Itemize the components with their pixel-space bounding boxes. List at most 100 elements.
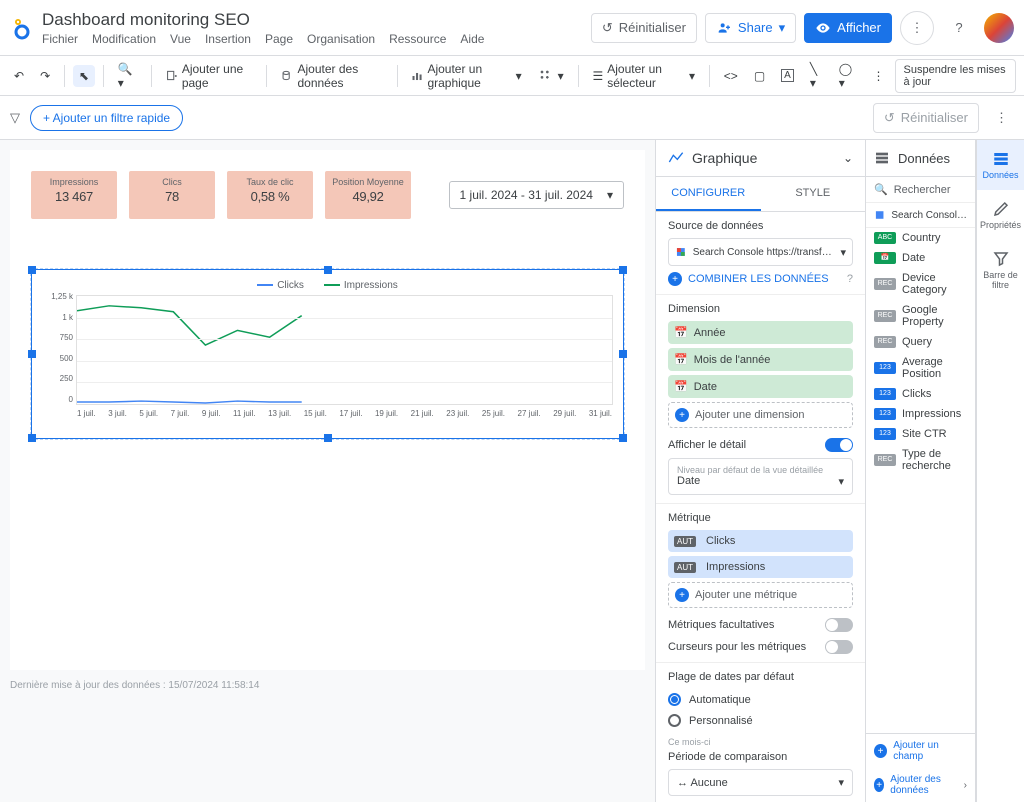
tab-configure[interactable]: CONFIGURER — [656, 177, 761, 211]
last-update-note: Dernière mise à jour des données : 15/07… — [10, 680, 645, 691]
menu-organisation[interactable]: Organisation — [307, 32, 375, 46]
field-country[interactable]: ABCCountry — [866, 228, 975, 248]
shape-button[interactable]: ◯ ▾ — [833, 58, 863, 94]
add-data-link[interactable]: +Ajouter des données› — [866, 768, 975, 802]
field-search-type[interactable]: RECType de recherche — [866, 444, 975, 476]
help-icon[interactable]: ? — [847, 273, 853, 285]
reset-button[interactable]: ↺ Réinitialiser — [591, 13, 697, 43]
menu-fichier[interactable]: Fichier — [42, 32, 78, 46]
right-side-tabs: Données Propriétés Barre de filtre — [976, 140, 1024, 802]
date-range-selector[interactable]: 1 juil. 2024 - 31 juil. 2024 ▾ — [449, 181, 624, 209]
line-chart-icon — [668, 150, 684, 166]
menu-insertion[interactable]: Insertion — [205, 32, 251, 46]
field-device[interactable]: RECDevice Category — [866, 268, 975, 300]
menu-page[interactable]: Page — [265, 32, 293, 46]
community-visuals-button[interactable]: ▾ — [532, 64, 570, 88]
filter-reset-button[interactable]: ↺ Réinitialiser — [873, 103, 979, 133]
scorecard-position[interactable]: Position Moyenne49,92 — [325, 171, 411, 219]
url-embed-button[interactable]: <> — [718, 65, 744, 87]
add-page-button[interactable]: Ajouter une page — [159, 58, 258, 94]
add-chart-button[interactable]: Ajouter un graphique ▾ — [405, 58, 527, 94]
scorecard-clicks[interactable]: Clics78 — [129, 171, 215, 219]
dimension-date[interactable]: 📅 Date — [668, 375, 853, 398]
undo-button[interactable]: ↶ — [8, 65, 30, 87]
y-axis-labels: 1,25 k1 k7505002500 — [43, 292, 73, 404]
show-detail-toggle[interactable] — [825, 438, 853, 452]
metric-impressions[interactable]: AUT Impressions — [668, 556, 853, 578]
add-quick-filter-button[interactable]: + Ajouter un filtre rapide — [30, 105, 183, 131]
chart-icon — [411, 68, 423, 84]
field-clicks[interactable]: 123Clicks — [866, 384, 975, 404]
metric-clicks[interactable]: AUT Clicks — [668, 530, 853, 552]
menu-aide[interactable]: Aide — [460, 32, 484, 46]
data-source-header[interactable]: Search Console https:... — [866, 203, 975, 228]
filter-more-button[interactable]: ⋮ — [989, 110, 1014, 126]
pencil-icon — [992, 200, 1010, 218]
share-button[interactable]: Share ▾ — [705, 13, 796, 43]
legend-clicks: Clicks — [257, 280, 304, 291]
help-button[interactable]: ? — [942, 11, 976, 45]
user-avatar[interactable] — [984, 13, 1014, 43]
dimension-annee[interactable]: 📅 Année — [668, 321, 853, 344]
search-console-icon — [675, 244, 687, 260]
combine-data-link[interactable]: COMBINER LES DONNÉES — [688, 273, 829, 285]
filter-icon[interactable]: ▽ — [10, 110, 20, 126]
database-plus-icon — [281, 68, 293, 84]
chevron-down-icon[interactable]: ⌄ — [843, 151, 853, 165]
panel-title: Graphique — [692, 150, 835, 166]
field-query[interactable]: RECQuery — [866, 332, 975, 352]
field-avg-position[interactable]: 123Average Position — [866, 352, 975, 384]
x-axis-labels: 1 juil.3 juil.5 juil.7 juil.9 juil.11 ju… — [77, 409, 612, 418]
menu-modification[interactable]: Modification — [92, 32, 156, 46]
line-button[interactable]: ╲ ▾ — [804, 58, 829, 94]
looker-logo-icon — [10, 16, 34, 40]
eye-icon — [815, 20, 831, 36]
redo-button[interactable]: ↷ — [34, 65, 56, 87]
data-fields-panel: Données 🔍 Rechercher Search Console http… — [866, 140, 976, 802]
add-field-link[interactable]: +Ajouter un champ — [866, 734, 975, 768]
document-title[interactable]: Dashboard monitoring SEO — [42, 10, 484, 30]
more-tools-button[interactable]: ⋮ — [867, 65, 891, 87]
data-source-chip[interactable]: Search Console https://transfonumerique.… — [668, 238, 853, 266]
detail-level-dropdown[interactable]: Niveau par défaut de la vue détaillée Da… — [668, 458, 853, 495]
time-series-chart[interactable]: Clicks Impressions 1,25 k1 k7505002500 1… — [31, 269, 624, 439]
compare-dropdown[interactable]: ↔ Aucune▾ — [668, 769, 853, 796]
side-tab-data[interactable]: Données — [977, 140, 1024, 190]
preview-button[interactable]: Afficher — [804, 13, 892, 43]
add-metric-button[interactable]: + Ajouter une métrique — [668, 582, 853, 608]
add-dimension-button[interactable]: + Ajouter une dimension — [668, 402, 853, 428]
pointer-tool[interactable]: ⬉ — [73, 65, 95, 87]
optional-metrics-toggle[interactable] — [825, 618, 853, 632]
suspend-updates-button[interactable]: Suspendre les mises à jour — [895, 59, 1016, 93]
field-property[interactable]: RECGoogle Property — [866, 300, 975, 332]
menu-bar: Fichier Modification Vue Insertion Page … — [42, 32, 484, 46]
metric-sliders-toggle[interactable] — [825, 640, 853, 654]
scorecard-impressions[interactable]: Impressions13 467 — [31, 171, 117, 219]
field-ctr[interactable]: 123Site CTR — [866, 424, 975, 444]
table-icon — [992, 150, 1010, 168]
menu-ressource[interactable]: Ressource — [389, 32, 446, 46]
plus-icon: + — [668, 272, 682, 286]
date-custom-radio[interactable]: Personnalisé — [668, 710, 853, 731]
report-canvas[interactable]: Impressions13 467 Clics78 Taux de clic0,… — [10, 150, 645, 670]
field-search[interactable]: 🔍 Rechercher — [866, 177, 975, 203]
dimension-mois[interactable]: 📅 Mois de l'année — [668, 348, 853, 371]
search-console-icon — [874, 207, 885, 223]
grid-plus-icon — [538, 68, 554, 84]
add-data-button[interactable]: Ajouter des données — [275, 58, 388, 94]
add-selector-button[interactable]: ☰ Ajouter un sélecteur ▾ — [586, 58, 701, 94]
chart-config-panel: Graphique ⌄ CONFIGURER STYLE Source de d… — [656, 140, 866, 802]
field-impressions[interactable]: 123Impressions — [866, 404, 975, 424]
text-button[interactable]: A — [775, 65, 800, 86]
data-icon — [874, 150, 890, 166]
tab-style[interactable]: STYLE — [761, 177, 866, 211]
side-tab-properties[interactable]: Propriétés — [977, 190, 1024, 240]
scorecard-ctr[interactable]: Taux de clic0,58 % — [227, 171, 313, 219]
image-button[interactable]: ▢ — [748, 65, 771, 87]
side-tab-filter[interactable]: Barre de filtre — [977, 240, 1024, 300]
field-date[interactable]: 📅Date — [866, 248, 975, 268]
more-options-button[interactable]: ⋮ — [900, 11, 934, 45]
zoom-tool[interactable]: 🔍 ▾ — [112, 58, 143, 94]
date-auto-radio[interactable]: Automatique — [668, 689, 853, 710]
menu-vue[interactable]: Vue — [170, 32, 191, 46]
